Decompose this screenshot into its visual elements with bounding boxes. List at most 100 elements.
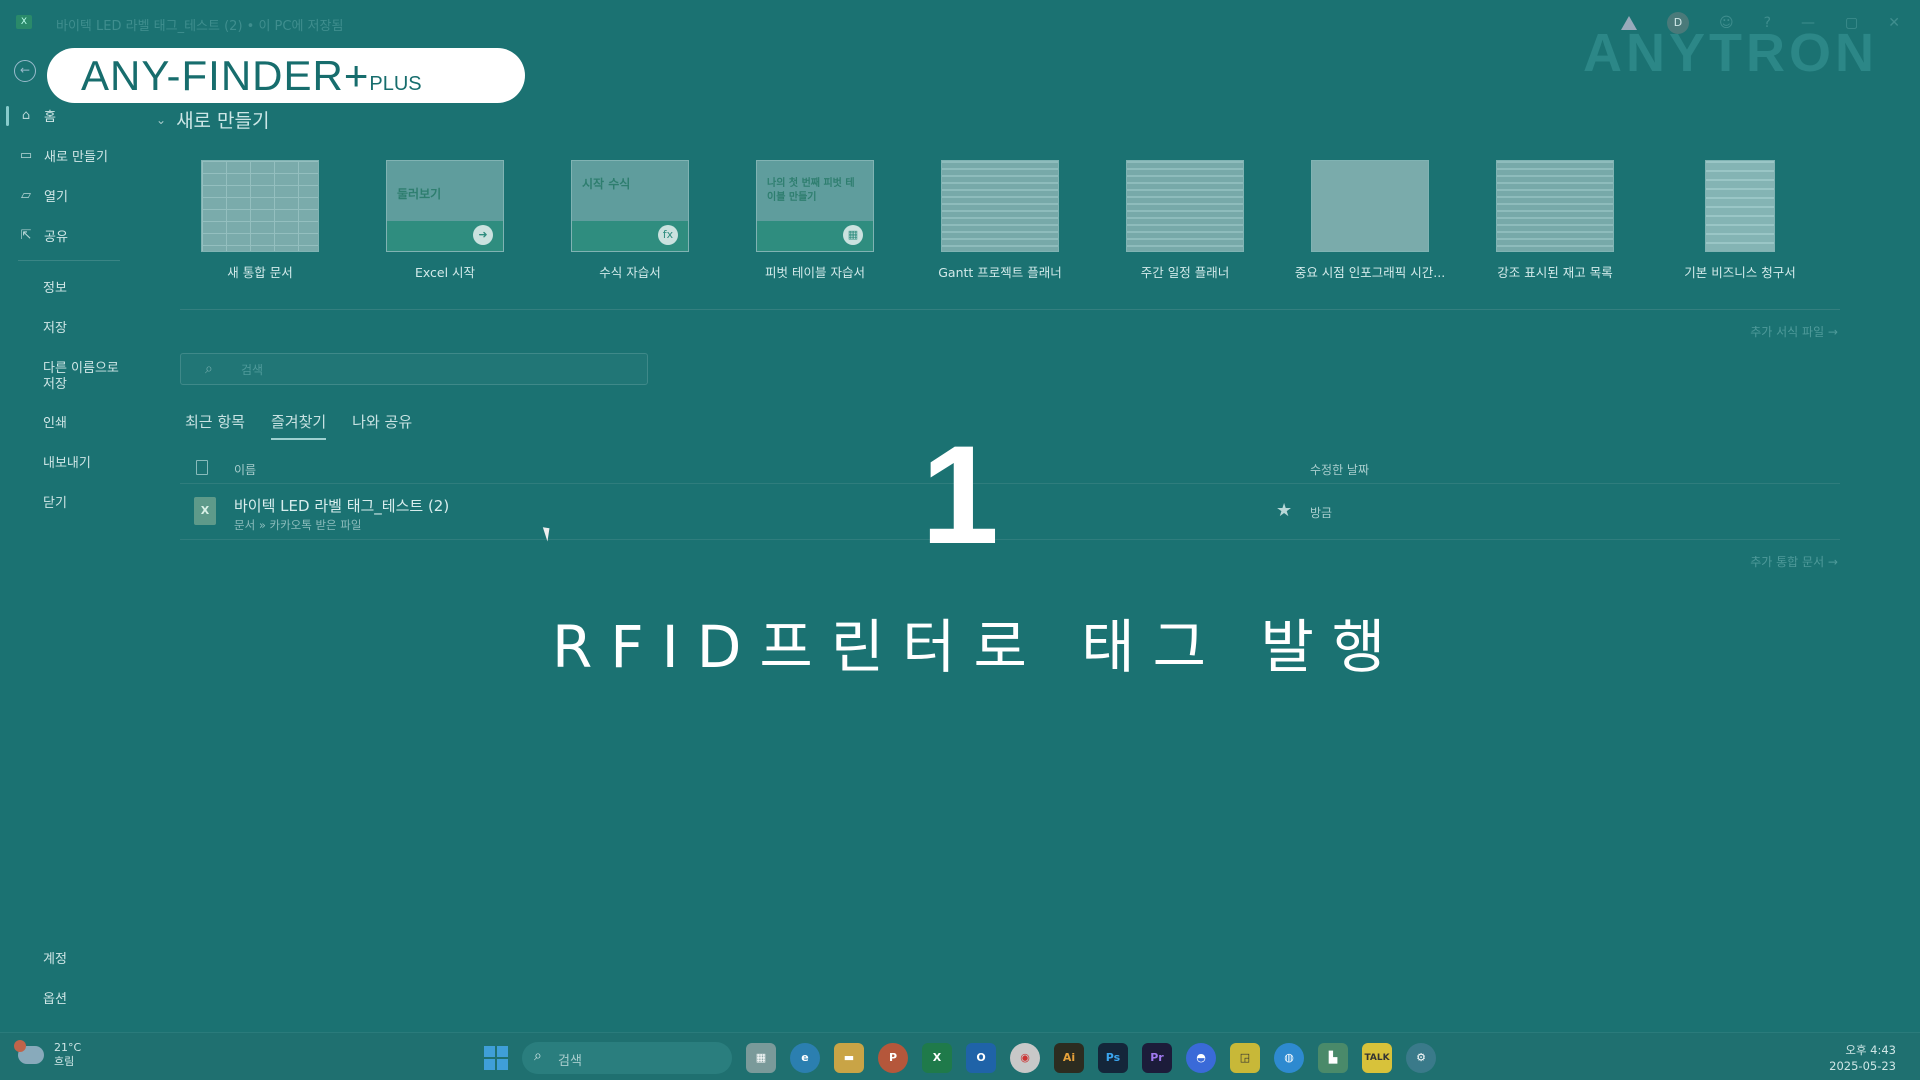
outlook-icon[interactable]: O — [966, 1043, 996, 1073]
system-clock[interactable]: 오후 4:43 2025-05-23 — [1829, 1042, 1896, 1074]
new-section-header[interactable]: ⌄ 새로 만들기 — [156, 106, 270, 133]
sidebar-item-print[interactable]: 인쇄 — [43, 416, 67, 432]
cloud-icon — [14, 1040, 44, 1064]
app-icon[interactable]: ▙ — [1318, 1043, 1348, 1073]
clock-date: 2025-05-23 — [1829, 1059, 1896, 1073]
taskbar: 21°C 흐림 ⌕ 검색 ▦ e ▬ P X O ◉ Ai Ps Pr ◓ ◲ ◍… — [0, 1032, 1920, 1080]
sticky-notes-icon[interactable]: ◲ — [1230, 1043, 1260, 1073]
arrow-icon: ➜ — [473, 225, 493, 245]
clock-time: 오후 4:43 — [1845, 1043, 1896, 1057]
template-thumbnail — [1496, 160, 1614, 252]
tab-favorites[interactable]: 즐겨찾기 — [270, 411, 327, 440]
weather-temp: 21°C — [54, 1041, 82, 1054]
excel-icon[interactable]: X — [922, 1043, 952, 1073]
template-name: 강조 표시된 재고 목록 — [1497, 265, 1613, 280]
back-arrow-icon: ← — [19, 63, 31, 77]
template-thumbnail — [1126, 160, 1244, 252]
template-inventory-list[interactable]: 강조 표시된 재고 목록 — [1475, 160, 1635, 281]
taskbar-search[interactable]: ⌕ 검색 — [522, 1042, 732, 1074]
sidebar-item-export[interactable]: 내보내기 — [43, 456, 91, 472]
photoshop-icon[interactable]: Ps — [1098, 1043, 1128, 1073]
template-thumbnail: 둘러보기 ➜ — [386, 160, 504, 252]
settings-icon[interactable]: ⚙ — [1406, 1043, 1436, 1073]
weather-widget[interactable]: 21°C 흐림 — [14, 1040, 82, 1069]
template-name: 피벗 테이블 자습서 — [765, 265, 865, 280]
template-thumbnail — [201, 160, 319, 252]
sidebar-item-options[interactable]: 옵션 — [43, 988, 67, 1007]
file-path: 문서 » 카카오톡 받은 파일 — [234, 518, 362, 532]
sidebar-item-share[interactable]: ⇱ 공유 — [18, 226, 68, 245]
back-button[interactable]: ← — [14, 60, 36, 82]
section-divider — [180, 309, 1840, 310]
kakaotalk-icon[interactable]: TALK — [1362, 1043, 1392, 1073]
new-file-icon: ▭ — [19, 148, 33, 163]
sidebar-item-save[interactable]: 저장 — [43, 321, 67, 337]
template-pivot-tutorial[interactable]: 나의 첫 번째 피벗 테이블 만들기 ▦ 피벗 테이블 자습서 — [735, 160, 895, 281]
search-box[interactable]: ⌕ — [180, 353, 648, 385]
sidebar-item-close[interactable]: 닫기 — [43, 496, 67, 512]
taskbar-apps: ⌕ 검색 ▦ e ▬ P X O ◉ Ai Ps Pr ◓ ◲ ◍ ▙ TALK … — [484, 1042, 1436, 1074]
messenger-icon[interactable]: ◓ — [1186, 1043, 1216, 1073]
template-thumbnail: 나의 첫 번째 피벗 테이블 만들기 ▦ — [756, 160, 874, 252]
file-name: 바이텍 LED 라벨 태그_테스트 (2) — [234, 497, 450, 515]
active-indicator — [6, 106, 9, 126]
file-type-icon — [196, 460, 208, 475]
template-name: Gantt 프로젝트 플래너 — [938, 265, 1062, 280]
file-tabs: 최근 항목 즐겨찾기 나와 공유 — [185, 411, 412, 440]
tab-shared[interactable]: 나와 공유 — [352, 411, 412, 440]
sidebar-item-account[interactable]: 계정 — [43, 948, 67, 967]
logo-badge: ANY-FINDER+PLUS — [47, 48, 525, 103]
pivot-icon: ▦ — [843, 225, 863, 245]
star-icon[interactable]: ★ — [1276, 500, 1292, 521]
search-icon: ⌕ — [205, 361, 213, 377]
template-name: 새 통합 문서 — [227, 265, 293, 280]
tab-recent[interactable]: 최근 항목 — [185, 411, 245, 440]
edge-icon[interactable]: e — [790, 1043, 820, 1073]
template-excel-start[interactable]: 둘러보기 ➜ Excel 시작 — [365, 160, 525, 281]
logo-plus: PLUS — [369, 73, 422, 95]
thumb-text: 둘러보기 — [397, 187, 442, 201]
weather-desc: 흐림 — [54, 1055, 75, 1068]
premiere-icon[interactable]: Pr — [1142, 1043, 1172, 1073]
template-name: Excel 시작 — [414, 265, 476, 280]
sidebar-item-save-as[interactable]: 다른 이름으로 저장 — [43, 361, 125, 393]
thumb-text: 시작 수식 — [582, 177, 631, 191]
powerpoint-icon[interactable]: P — [878, 1043, 908, 1073]
template-gallery: 새 통합 문서 둘러보기 ➜ Excel 시작 시작 수식 fx 수식 자습서 나의… — [180, 160, 1860, 290]
more-workbooks-link[interactable]: 추가 통합 문서 → — [1750, 553, 1838, 570]
file-list-header: 이름 수정한 날짜 — [180, 456, 1840, 484]
sidebar-item-label: 열기 — [44, 190, 68, 205]
folder-icon[interactable]: ▬ — [834, 1043, 864, 1073]
close-icon[interactable]: ✕ — [1888, 15, 1900, 31]
template-thumbnail — [1705, 160, 1775, 252]
illustrator-icon[interactable]: Ai — [1054, 1043, 1084, 1073]
template-formula-tutorial[interactable]: 시작 수식 fx 수식 자습서 — [550, 160, 710, 281]
more-templates-link[interactable]: 추가 서식 파일 → — [1750, 323, 1838, 340]
template-name: 주간 일정 플래너 — [1140, 265, 1230, 280]
home-icon: ⌂ — [21, 108, 31, 123]
search-input[interactable] — [241, 360, 631, 380]
template-gantt-planner[interactable]: Gantt 프로젝트 플래너 — [920, 160, 1080, 281]
task-view-icon[interactable]: ▦ — [746, 1043, 776, 1073]
template-weekly-planner[interactable]: 주간 일정 플래너 — [1105, 160, 1265, 281]
caption-text: RFID프린터로 태그 발행 — [552, 613, 1404, 681]
sidebar-item-info[interactable]: 정보 — [43, 281, 67, 297]
template-business-invoice[interactable]: 기본 비즈니스 청구서 — [1660, 160, 1820, 281]
template-thumbnail — [941, 160, 1059, 252]
brand-watermark: ANYTRON — [1583, 23, 1878, 83]
template-name: 중요 시점 인포그래픽 시간... — [1294, 265, 1446, 280]
browser-icon[interactable]: ◍ — [1274, 1043, 1304, 1073]
column-header-modified[interactable]: 수정한 날짜 — [1310, 461, 1369, 478]
backstage-sidebar: ⌂ 홈 ▭ 새로 만들기 ▱ 열기 ⇱ 공유 정보 저장 다른 이름으로 저장 인쇄 내… — [0, 96, 125, 1036]
sidebar-item-label: 새로 만들기 — [44, 150, 108, 165]
sidebar-item-home[interactable]: ⌂ 홈 — [18, 106, 56, 125]
column-header-name[interactable]: 이름 — [234, 461, 256, 478]
sidebar-item-new[interactable]: ▭ 새로 만들기 — [18, 146, 108, 165]
template-milestone-timeline[interactable]: 중요 시점 인포그래픽 시간... — [1290, 160, 1450, 281]
chrome-icon[interactable]: ◉ — [1010, 1043, 1040, 1073]
taskbar-search-label: 검색 — [558, 1054, 582, 1069]
windows-start-icon[interactable] — [484, 1046, 508, 1070]
table-row[interactable]: X 바이텍 LED 라벨 태그_테스트 (2) 문서 » 카카오톡 받은 파일 … — [180, 485, 1840, 540]
template-blank-workbook[interactable]: 새 통합 문서 — [180, 160, 340, 281]
sidebar-item-open[interactable]: ▱ 열기 — [18, 186, 68, 205]
